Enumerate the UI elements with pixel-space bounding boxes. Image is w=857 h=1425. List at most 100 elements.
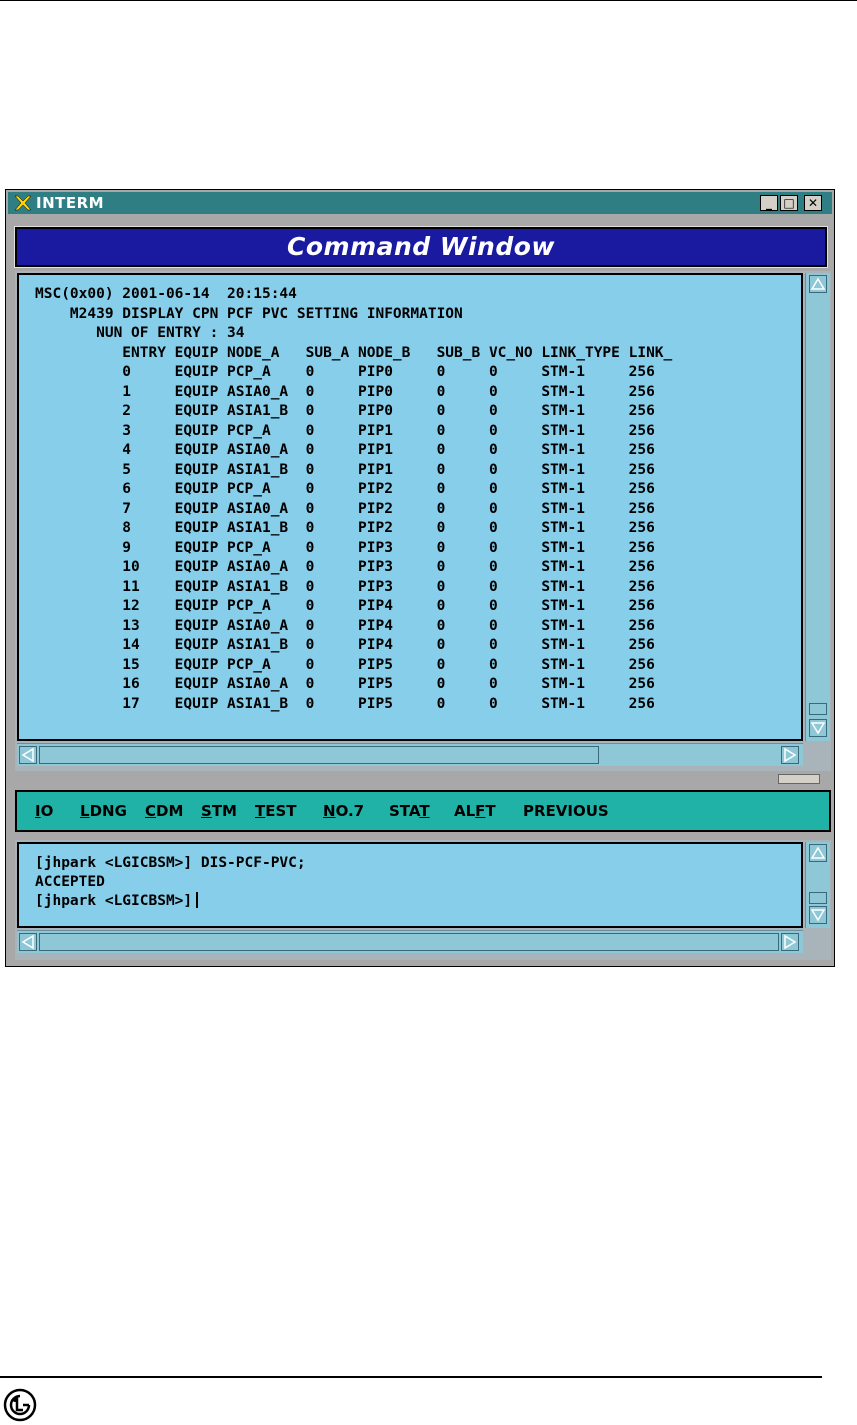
scroll-up-button[interactable] [809, 275, 827, 293]
output-table-row: 1 EQUIP ASIA0_A 0 PIP0 0 0 STM-1 256 [35, 383, 682, 400]
window-title: INTERM [36, 194, 105, 212]
output-table-row: 16 EQUIP ASIA0_A 0 PIP5 0 0 STM-1 256 [35, 676, 682, 692]
lg-logo-icon [3, 1388, 37, 1422]
output-column-headers: ENTRY EQUIP NODE_A SUB_A NODE_B SUB_B VC… [35, 344, 682, 361]
output-scroll-thumb[interactable] [809, 703, 827, 715]
output-table-row: 3 EQUIP PCP_A 0 PIP1 0 0 STM-1 256 [35, 422, 682, 439]
menu-item-text: T [419, 802, 430, 820]
output-table-row: 2 EQUIP ASIA1_B 0 PIP0 0 0 STM-1 256 [35, 403, 682, 419]
output-table-row: 15 EQUIP PCP_A 0 PIP5 0 0 STM-1 256 [35, 656, 682, 673]
menu-item-io[interactable]: IO [35, 802, 53, 820]
input-scroll-thumb[interactable] [809, 892, 827, 904]
menu-item-ldng[interactable]: LDNG [80, 802, 127, 820]
arrow-up-icon [810, 846, 826, 859]
menu-item-text: PREVIOUS [523, 802, 609, 820]
output-header-line: NUN OF ENTRY : 34 [35, 325, 245, 341]
input-frame: [jhpark <LGICBSM>] DIS-PCF-PVC; ACCEPTED [… [15, 840, 831, 960]
menu-item-cdm[interactable]: CDM [145, 802, 183, 820]
interm-window: INTERM _ □ ✕ Command Window MSC(0x00) 20… [5, 189, 835, 967]
arrow-down-icon [810, 909, 826, 922]
menu-item-text: L [80, 802, 90, 820]
input-line-1: [jhpark <LGICBSM>] DIS-PCF-PVC; [35, 855, 306, 871]
scroll-right-button[interactable] [781, 746, 799, 764]
input-horizontal-scrollbar[interactable] [17, 930, 803, 953]
menu-item-test[interactable]: TEST [255, 802, 297, 820]
menu-item-no7[interactable]: NO.7 [323, 802, 364, 820]
text-cursor [196, 892, 199, 908]
command-input-pane[interactable]: [jhpark <LGICBSM>] DIS-PCF-PVC; ACCEPTED [… [17, 842, 803, 928]
output-table-row: 13 EQUIP ASIA0_A 0 PIP4 0 0 STM-1 256 [35, 617, 682, 634]
menu-item-text: C [145, 802, 157, 820]
menu-item-text: S [201, 802, 212, 820]
menu-item-stat[interactable]: STAT [389, 802, 430, 820]
page-top-rule [0, 0, 857, 1]
output-horizontal-scrollbar[interactable] [17, 743, 803, 766]
output-table-row: 0 EQUIP PCP_A 0 PIP0 0 0 STM-1 256 [35, 364, 682, 380]
window-titlebar[interactable]: INTERM _ □ ✕ [8, 192, 832, 214]
input-vertical-scrollbar[interactable] [805, 842, 830, 928]
output-table-row: 17 EQUIP ASIA1_B 0 PIP5 0 0 STM-1 256 [35, 695, 682, 712]
arrow-right-icon [784, 934, 797, 950]
input-scroll-up-button[interactable] [809, 844, 827, 862]
input-scroll-down-button[interactable] [809, 906, 827, 924]
menu-item-alft[interactable]: ALFT [454, 802, 496, 820]
input-text: [jhpark <LGICBSM>] DIS-PCF-PVC; ACCEPTED [… [35, 854, 306, 911]
output-vertical-scrollbar[interactable] [805, 273, 830, 741]
menu-item-text: AL [454, 802, 476, 820]
output-table-row: 4 EQUIP ASIA0_A 0 PIP1 0 0 STM-1 256 [35, 442, 682, 458]
output-frame: MSC(0x00) 2001-06-14 20:15:44 M2439 DISP… [15, 271, 831, 771]
output-table-row: 7 EQUIP ASIA0_A 0 PIP2 0 0 STM-1 256 [35, 500, 682, 517]
menu-item-text: TM [211, 802, 237, 820]
scroll-left-button[interactable] [19, 746, 37, 764]
output-table-row: 8 EQUIP ASIA1_B 0 PIP2 0 0 STM-1 256 [35, 520, 682, 536]
page-bottom-rule [0, 1376, 822, 1378]
arrow-left-icon [21, 934, 34, 950]
menu-item-text: N [323, 802, 336, 820]
input-line-2: ACCEPTED [35, 874, 105, 890]
input-line-3[interactable]: [jhpark <LGICBSM>] [35, 892, 306, 911]
output-table-row: 5 EQUIP ASIA1_B 0 PIP1 0 0 STM-1 256 [35, 461, 682, 478]
arrow-left-icon [21, 747, 34, 763]
input-scroll-right-button[interactable] [781, 933, 799, 951]
output-pane[interactable]: MSC(0x00) 2001-06-14 20:15:44 M2439 DISP… [17, 273, 803, 741]
menu-item-text: STA [389, 802, 420, 820]
menu-item-text: T [255, 802, 266, 820]
output-header-line: M2439 DISPLAY CPN PCF PVC SETTING INFORM… [35, 305, 463, 322]
command-window-header: Command Window [14, 226, 828, 268]
pane-separator-handle[interactable] [778, 774, 820, 784]
prompt: [jhpark <LGICBSM>] [35, 893, 193, 909]
scroll-down-button[interactable] [809, 719, 827, 737]
menu-item-previous[interactable]: PREVIOUS [523, 802, 609, 820]
output-hscroll-thumb[interactable] [39, 746, 599, 764]
minimize-button[interactable]: _ [760, 195, 778, 211]
output-table-row: 14 EQUIP ASIA1_B 0 PIP4 0 0 STM-1 256 [35, 637, 682, 653]
menu-item-text: O [40, 802, 54, 820]
maximize-button[interactable]: □ [780, 195, 798, 211]
output-table-row: 11 EQUIP ASIA1_B 0 PIP3 0 0 STM-1 256 [35, 578, 682, 595]
command-window-title: Command Window [287, 232, 555, 261]
output-text: MSC(0x00) 2001-06-14 20:15:44 M2439 DISP… [35, 285, 797, 735]
input-hscroll-thumb[interactable] [39, 933, 779, 951]
output-table-row: 10 EQUIP ASIA0_A 0 PIP3 0 0 STM-1 256 [35, 559, 682, 575]
output-header-line: MSC(0x00) 2001-06-14 20:15:44 [35, 286, 297, 302]
command-menubar: IO LDNG CDM STM TEST NO.7 STAT ALFT PREVIOUS [15, 790, 831, 832]
arrow-up-icon [810, 277, 826, 290]
close-button[interactable]: ✕ [804, 195, 822, 211]
menu-item-text: EST [265, 802, 297, 820]
output-table-row: 9 EQUIP PCP_A 0 PIP3 0 0 STM-1 256 [35, 539, 682, 556]
output-table-row: 12 EQUIP PCP_A 0 PIP4 0 0 STM-1 256 [35, 598, 682, 614]
menu-item-text: DNG [89, 802, 127, 820]
close-icon: ✕ [807, 196, 819, 210]
menu-item-text: T [485, 802, 496, 820]
menu-item-stm[interactable]: STM [201, 802, 237, 820]
minimize-icon: _ [766, 196, 772, 210]
arrow-right-icon [784, 747, 797, 763]
menu-item-text: O.7 [335, 802, 365, 820]
maximize-icon: □ [783, 196, 795, 210]
output-table-row: 6 EQUIP PCP_A 0 PIP2 0 0 STM-1 256 [35, 481, 682, 497]
menu-item-text: F [475, 802, 486, 820]
menu-item-text: DM [156, 802, 184, 820]
arrow-down-icon [810, 722, 826, 735]
input-scroll-left-button[interactable] [19, 933, 37, 951]
x-logo-icon [14, 195, 32, 211]
